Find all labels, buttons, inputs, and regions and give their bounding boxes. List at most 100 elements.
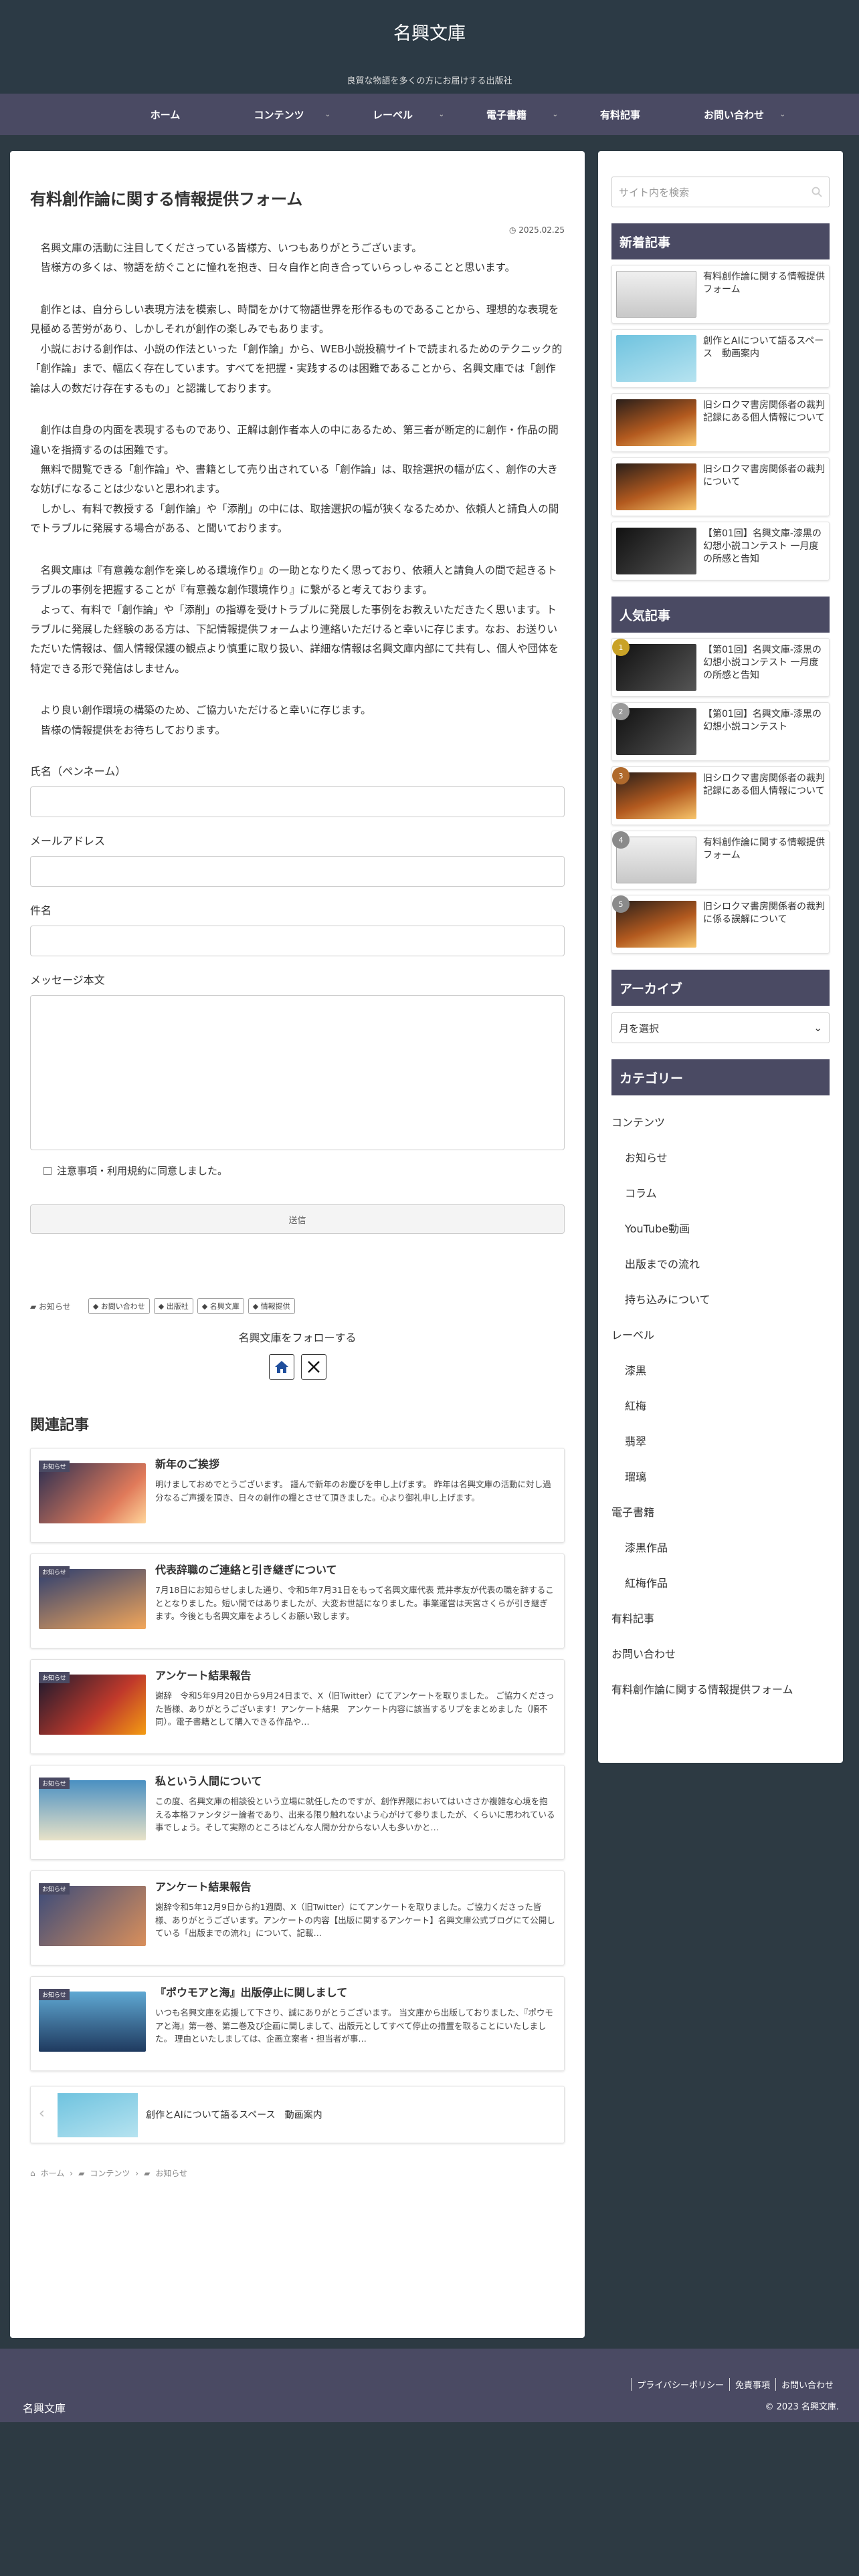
- related-thumbnail: [39, 1992, 146, 2052]
- category-item[interactable]: 紅梅: [611, 1387, 830, 1422]
- site-title[interactable]: 名興文庫: [0, 19, 859, 45]
- related-card[interactable]: お知らせ 新年のご挨拶 明けましておめでとうございます。 謹んで新年のお慶びを申し上…: [30, 1448, 565, 1543]
- nav-item-0[interactable]: ホーム: [108, 94, 222, 135]
- footer-link[interactable]: お問い合わせ: [775, 2378, 839, 2391]
- category-badge: お知らせ: [39, 1461, 70, 1473]
- category-item[interactable]: コンテンツ: [611, 1103, 830, 1139]
- category-badge: お知らせ: [39, 1883, 70, 1895]
- archive-select[interactable]: 月を選択 ⌄: [611, 1012, 830, 1043]
- related-thumbnail: [39, 1886, 146, 1947]
- search-input[interactable]: サイト内を検索: [611, 177, 830, 207]
- new-post-title: 【第01回】名興文庫-漆黒の幻想小説コンテスト 一月度の所感と告知: [703, 528, 822, 564]
- tag-link[interactable]: ◆ お問い合わせ: [88, 1298, 150, 1315]
- submit-button[interactable]: 送信: [30, 1204, 565, 1235]
- related-card[interactable]: お知らせ アンケート結果報告 謝辞令和5年12月9日から約1週間、X（旧Twitte…: [30, 1870, 565, 1966]
- nav-label: お問い合わせ: [703, 108, 764, 121]
- search-icon[interactable]: [812, 187, 822, 197]
- new-post-item[interactable]: 【第01回】名興文庫-漆黒の幻想小説コンテスト 一月度の所感と告知: [611, 522, 830, 580]
- new-post-item[interactable]: 有料創作論に関する情報提供フォーム: [611, 265, 830, 324]
- footer-site-name[interactable]: 名興文庫: [23, 2399, 66, 2416]
- home-icon[interactable]: [268, 1354, 294, 1380]
- archive-select-value: 月を選択: [619, 1022, 660, 1035]
- category-item[interactable]: 漆黒: [611, 1352, 830, 1387]
- search-placeholder: サイト内を検索: [619, 186, 690, 199]
- footer-links: プライバシーポリシー 免責事項 お問い合わせ: [631, 2378, 839, 2391]
- category-item[interactable]: 有料記事: [611, 1600, 830, 1635]
- popular-item[interactable]: 1 【第01回】名興文庫-漆黒の幻想小説コンテスト 一月度の所感と告知: [611, 638, 830, 697]
- chevron-down-icon: ⌄: [324, 110, 330, 118]
- breadcrumb-item[interactable]: お知らせ: [155, 2167, 187, 2179]
- category-badge: お知らせ: [39, 1566, 70, 1578]
- popular-item[interactable]: 4 有料創作論に関する情報提供フォーム: [611, 831, 830, 889]
- category-item[interactable]: 漆黒作品: [611, 1529, 830, 1564]
- tag-link[interactable]: ◆ 情報提供: [248, 1298, 295, 1315]
- subject-field[interactable]: [30, 926, 565, 957]
- post-paragraph: 創作は自身の内面を表現するものであり、正解は創作者本人の中にあるため、第三者が断…: [30, 424, 559, 535]
- related-thumbnail: [39, 1463, 146, 1524]
- rank-badge: 1: [612, 639, 630, 656]
- category-item[interactable]: お知らせ: [611, 1139, 830, 1174]
- popular-item[interactable]: 3 旧シロクマ書房関係者の裁判記録にある個人情報について: [611, 766, 830, 825]
- nav-item-4[interactable]: 有料記事: [563, 94, 677, 135]
- related-card[interactable]: お知らせ 『ポウモアと海』出版停止に関しまして いつも名興文庫を応援して下さり、誠に…: [30, 1976, 565, 2072]
- popular-title: 旧シロクマ書房関係者の裁判記録にある個人情報について: [703, 773, 825, 796]
- footer-link[interactable]: 免責事項: [729, 2378, 775, 2391]
- nav-item-2[interactable]: レーベル ⌄: [336, 94, 450, 135]
- new-post-item[interactable]: 創作とAIについて語るスペース 動画案内: [611, 329, 830, 388]
- folder-icon: ▰: [144, 2168, 151, 2178]
- popular-item[interactable]: 2 【第01回】名興文庫-漆黒の幻想小説コンテスト: [611, 702, 830, 761]
- post-paragraph: より良い創作環境の構築のため、ご協力いただけると幸いに存じます。 皆様の情報提供…: [40, 704, 371, 736]
- nav-label: ホーム: [150, 108, 181, 121]
- tag-link[interactable]: ◆ 出版社: [153, 1298, 193, 1315]
- new-post-item[interactable]: 旧シロクマ書房関係者の裁判について: [611, 457, 830, 516]
- x-icon[interactable]: [300, 1354, 326, 1380]
- prev-post-link[interactable]: ‹ 創作とAIについて語るスペース 動画案内: [30, 2086, 565, 2144]
- name-field[interactable]: [30, 786, 565, 818]
- related-excerpt: この度、名興文庫の相談役という立場に就任したのですが、創作界隈においてはいささか…: [155, 1796, 555, 1832]
- category-item[interactable]: 紅梅作品: [611, 1564, 830, 1600]
- new-post-thumbnail: [616, 528, 696, 574]
- post-paragraph: 名興文庫は『有意義な創作を楽しめる環境作り』の一助となりたく思っており、依頼人と…: [30, 564, 559, 675]
- email-label: メールアドレス: [30, 835, 106, 848]
- related-card[interactable]: お知らせ アンケート結果報告 謝辞 令和5年9月20日から9月24日まで、X（旧Tw…: [30, 1659, 565, 1755]
- category-item[interactable]: お問い合わせ: [611, 1635, 830, 1671]
- prev-title: 創作とAIについて語るスペース 動画案内: [146, 2110, 322, 2121]
- email-field[interactable]: [30, 856, 565, 887]
- sidebar: サイト内を検索 新着記事 有料創作論に関する情報提供フォーム 創作とAIについて語…: [598, 151, 843, 1763]
- category-item[interactable]: 電子書籍: [611, 1493, 830, 1529]
- post-title: 有料創作論に関する情報提供フォーム: [30, 190, 303, 209]
- name-label: 氏名（ペンネーム）: [30, 765, 126, 778]
- nav-item-5[interactable]: お問い合わせ ⌄: [677, 94, 791, 135]
- tag-label: お問い合わせ: [100, 1302, 145, 1311]
- nav-item-1[interactable]: コンテンツ ⌄: [222, 94, 336, 135]
- breadcrumb-item[interactable]: ホーム: [41, 2167, 65, 2179]
- category-item[interactable]: 翡翠: [611, 1422, 830, 1458]
- footer-link[interactable]: プライバシーポリシー: [631, 2378, 729, 2391]
- message-field[interactable]: [30, 995, 565, 1151]
- nav-item-3[interactable]: 電子書籍 ⌄: [450, 94, 563, 135]
- related-thumbnail: [39, 1675, 146, 1735]
- category-badge: お知らせ: [39, 1672, 70, 1684]
- category-link[interactable]: ▰ お知らせ: [30, 1301, 71, 1312]
- folder-icon: ▰: [78, 2168, 85, 2178]
- category-item[interactable]: YouTube動画: [611, 1210, 830, 1245]
- tag-link[interactable]: ◆ 名興文庫: [197, 1298, 244, 1315]
- category-item[interactable]: 出版までの流れ: [611, 1245, 830, 1281]
- related-card[interactable]: お知らせ 私という人間について この度、名興文庫の相談役という立場に就任したのですが…: [30, 1765, 565, 1860]
- category-item[interactable]: レーベル: [611, 1316, 830, 1352]
- category-item[interactable]: 持ち込みについて: [611, 1281, 830, 1316]
- new-post-item[interactable]: 旧シロクマ書房関係者の裁判記録にある個人情報について: [611, 393, 830, 452]
- breadcrumb-item[interactable]: コンテンツ: [90, 2167, 130, 2179]
- agree-checkbox[interactable]: [43, 1166, 52, 1175]
- new-post-title: 創作とAIについて語るスペース 動画案内: [703, 336, 824, 359]
- related-title: アンケート結果報告: [155, 1669, 252, 1683]
- category-item[interactable]: コラム: [611, 1174, 830, 1210]
- related-title: 私という人間について: [155, 1775, 262, 1788]
- tag-icon: ◆: [252, 1302, 261, 1311]
- related-card[interactable]: お知らせ 代表辞職のご連絡と引き継ぎについて 7月18日にお知らせしました通り、令和…: [30, 1553, 565, 1649]
- category-item[interactable]: 有料創作論に関する情報提供フォーム: [611, 1671, 830, 1706]
- related-thumbnail: [39, 1780, 146, 1841]
- rank-badge: 2: [612, 703, 630, 720]
- category-item[interactable]: 瑠璃: [611, 1458, 830, 1493]
- popular-item[interactable]: 5 旧シロクマ書房関係者の裁判に係る誤解について: [611, 895, 830, 954]
